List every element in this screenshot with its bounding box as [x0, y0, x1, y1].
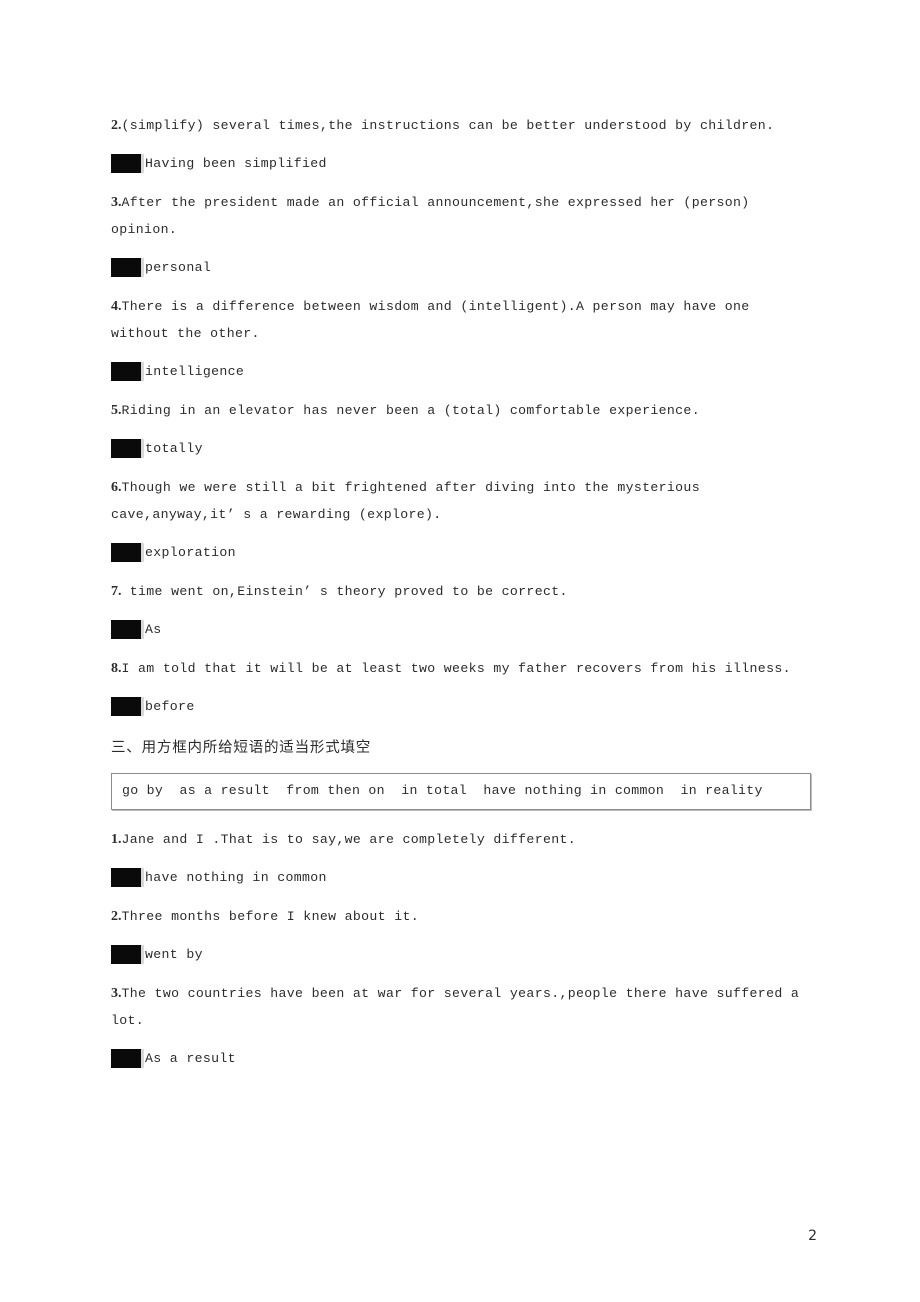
question-number: 8.: [111, 661, 122, 676]
question-number: 6.: [111, 480, 122, 495]
answer-row: totally: [111, 435, 811, 462]
redaction-block-icon: [111, 439, 144, 458]
exercise-item: 1.Jane and I .That is to say,we are comp…: [111, 826, 811, 891]
question-text: Riding in an elevator has never been a (…: [121, 403, 700, 418]
answer-row: As: [111, 616, 811, 643]
answer-row: before: [111, 693, 811, 720]
redaction-block-icon: [111, 945, 144, 964]
redaction-block-icon: [111, 258, 144, 277]
question-number: 3.: [111, 195, 122, 210]
exercise-item: 8.I am told that it will be at least two…: [111, 655, 811, 720]
section-heading: 三、用方框内所给短语的适当形式填空: [111, 740, 372, 756]
answer-text: Having been simplified: [145, 156, 327, 171]
question-line: 4.There is a difference between wisdom a…: [111, 293, 811, 347]
question-number: 5.: [111, 403, 122, 418]
exercise-item: 3.After the president made an official a…: [111, 189, 811, 281]
redaction-block-icon: [111, 620, 144, 639]
question-line: 6.Though we were still a bit frightened …: [111, 474, 811, 528]
answer-row: As a result: [111, 1045, 811, 1072]
question-line: 7. time went on,Einstein’ s theory prove…: [111, 578, 811, 605]
redaction-block-icon: [111, 154, 144, 173]
answer-row: exploration: [111, 539, 811, 566]
redaction-block-icon: [111, 697, 144, 716]
answer-text: exploration: [145, 545, 236, 560]
answer-text: As a result: [145, 1051, 236, 1066]
question-line: 5.Riding in an elevator has never been a…: [111, 397, 811, 424]
exercise-item: 2.Three months before I knew about it. w…: [111, 903, 811, 968]
question-line: 3.The two countries have been at war for…: [111, 980, 811, 1034]
document-page: 2.(simplify) several times,the instructi…: [0, 0, 920, 1302]
redaction-block-icon: [111, 543, 144, 562]
answer-row: intelligence: [111, 358, 811, 385]
answer-row: personal: [111, 254, 811, 281]
question-text: There is a difference between wisdom and…: [111, 299, 758, 341]
answer-row: went by: [111, 941, 811, 968]
question-number: 2.: [111, 118, 122, 133]
answer-text: personal: [145, 260, 212, 275]
question-line: 8.I am told that it will be at least two…: [111, 655, 811, 682]
question-text: Three months before I knew about it.: [121, 909, 419, 924]
answer-text: totally: [145, 441, 203, 456]
question-text: (simplify) several times,the instruction…: [121, 118, 775, 133]
answer-row: have nothing in common: [111, 864, 811, 891]
question-line: 1.Jane and I .That is to say,we are comp…: [111, 826, 811, 853]
question-text: The two countries have been at war for s…: [111, 986, 808, 1028]
question-text: I am told that it will be at least two w…: [121, 661, 791, 676]
answer-row: Having been simplified: [111, 150, 811, 177]
question-number: 3.: [111, 986, 122, 1001]
phrase-bank-box: go by as a result from then on in total …: [111, 773, 811, 810]
question-number: 2.: [111, 909, 122, 924]
answer-text: intelligence: [145, 364, 245, 379]
answer-text: As: [145, 622, 162, 637]
answer-text: before: [145, 699, 195, 714]
question-text: Jane and I .That is to say,we are comple…: [121, 832, 577, 847]
question-text: After the president made an official ann…: [111, 195, 758, 237]
question-line: 2.Three months before I knew about it.: [111, 903, 811, 930]
phrase-bank-text: go by as a result from then on in total …: [122, 783, 763, 798]
page-number: 2: [808, 1228, 817, 1244]
question-line: 3.After the president made an official a…: [111, 189, 811, 243]
answer-text: have nothing in common: [145, 870, 327, 885]
exercise-item: 4.There is a difference between wisdom a…: [111, 293, 811, 385]
question-number: 1.: [111, 832, 122, 847]
page-content: 2.(simplify) several times,the instructi…: [111, 112, 811, 1084]
question-text: time went on,Einstein’ s theory proved t…: [121, 584, 568, 599]
answer-text: went by: [145, 947, 203, 962]
redaction-block-icon: [111, 868, 144, 887]
exercise-item: 7. time went on,Einstein’ s theory prove…: [111, 578, 811, 643]
question-line: 2.(simplify) several times,the instructi…: [111, 112, 811, 139]
question-number: 7.: [111, 584, 122, 599]
redaction-block-icon: [111, 1049, 144, 1068]
question-text: Though we were still a bit frightened af…: [111, 480, 709, 522]
exercise-item: 6.Though we were still a bit frightened …: [111, 474, 811, 566]
exercise-item: 3.The two countries have been at war for…: [111, 980, 811, 1072]
question-number: 4.: [111, 299, 122, 314]
exercise-item: 2.(simplify) several times,the instructi…: [111, 112, 811, 177]
exercise-item: 5.Riding in an elevator has never been a…: [111, 397, 811, 462]
redaction-block-icon: [111, 362, 144, 381]
